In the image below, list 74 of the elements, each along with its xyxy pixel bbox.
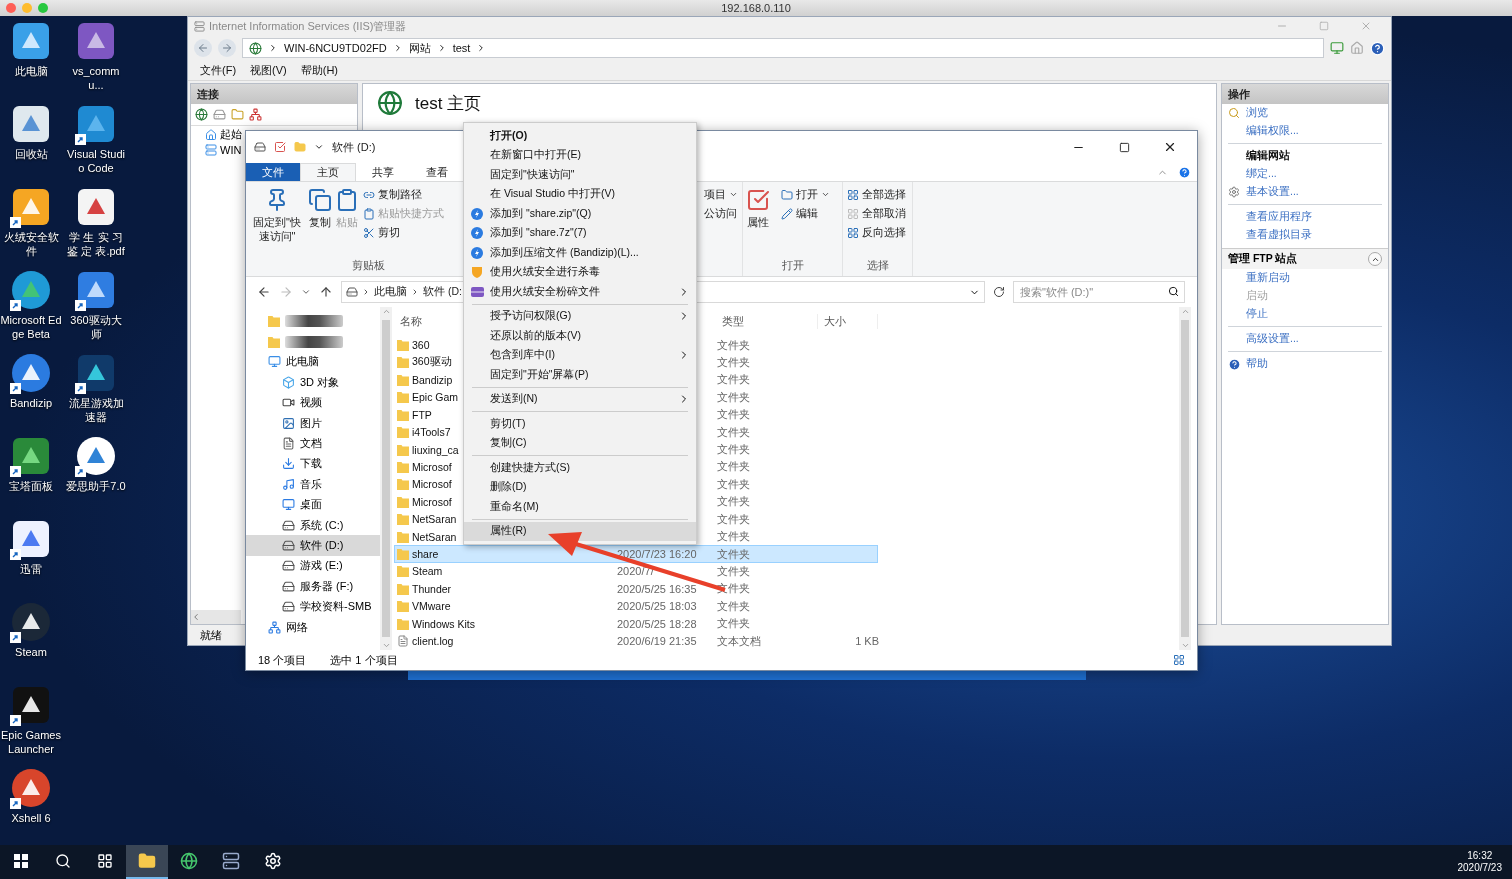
file-size: 1 KB: [854, 635, 879, 648]
file-type: 文件夹: [717, 564, 751, 579]
desktop-icon-label: 360驱动大师: [69, 313, 123, 341]
panel-header: 连接: [191, 84, 357, 104]
ribbon-group-label: 剪贴板: [351, 258, 385, 273]
desktop-icon-label: Steam: [15, 645, 47, 659]
file-name: FTP: [395, 408, 432, 421]
ribbon-group-label: 选择: [866, 258, 889, 273]
desktop-icon-label: 爱思助手7.0: [66, 479, 126, 493]
desktop-icon-label: 流星游戏加速器: [67, 396, 125, 424]
file-type: 文件夹: [717, 442, 751, 458]
desktop-icon-label: Epic Games Launcher: [0, 728, 62, 756]
file-name: Windows Kits: [395, 617, 475, 630]
desktop-icon-label: Bandizip: [9, 396, 53, 410]
file-name: share: [395, 548, 439, 561]
page-title: test 主页: [415, 92, 482, 115]
section-heading: 管理 FTP 站点: [1228, 252, 1299, 266]
clock-time: 16:32: [1467, 850, 1493, 862]
file-date: 2020/5/25 16:35: [617, 582, 698, 595]
clock-date: 2020/7/23: [1457, 862, 1502, 874]
file-type: 文件夹: [717, 616, 751, 632]
file-type: 文件夹: [717, 424, 751, 440]
file-type: 文件夹: [717, 354, 751, 370]
file-date: 2020/7/: [617, 565, 655, 578]
file-date: 2020/5/25 18:28: [617, 617, 698, 630]
file-date: 2020/5/25 18:03: [617, 600, 698, 613]
file-type: 文本文档: [717, 633, 762, 649]
host-title: 192.168.0.110: [721, 2, 791, 14]
file-name: NetSaran: [395, 530, 457, 543]
file-type: 文件夹: [717, 598, 751, 614]
file-name: i4Tools7: [395, 426, 451, 439]
file-name: Steam: [395, 565, 443, 578]
file-type: 文件夹: [717, 476, 751, 492]
file-date: 2020/7/23 16:20: [617, 548, 698, 561]
file-type: 文件夹: [717, 407, 751, 423]
file-type: 文件夹: [717, 389, 751, 405]
file-name: 360: [395, 339, 430, 351]
file-date: 2020/6/19 21:35: [617, 635, 698, 648]
window-title: Internet Information Services (IIS)管理器: [209, 18, 407, 34]
desktop-icon-label: 火绒安全软件: [2, 230, 60, 258]
file-name: Epic Gam: [395, 391, 459, 404]
desktop-icon-label: 宝塔面板: [9, 479, 53, 493]
file-type: 文件夹: [717, 459, 751, 475]
ribbon-group-label: 打开: [781, 258, 804, 273]
file-name: 360驱动: [395, 355, 452, 370]
status-text: 18 个项目: [258, 652, 307, 668]
desktop-icon-label: 学 生 实 习鉴 定 表.pdf: [66, 230, 126, 258]
file-name: Bandizip: [395, 373, 453, 386]
desktop-icon-label: 此电脑: [14, 64, 48, 78]
file-type: 文件夹: [717, 529, 751, 545]
file-type: 文件夹: [717, 511, 751, 527]
file-name: Microsof: [395, 478, 452, 491]
file-name: liuxing_ca: [395, 443, 459, 456]
status-text: 选中 1 个项目: [330, 652, 398, 668]
file-name: client.log: [395, 635, 454, 648]
file-type: 文件夹: [717, 337, 751, 353]
file-type: 文件夹: [717, 494, 751, 510]
file-name: Thunder: [395, 582, 452, 595]
desktop-icon-label: 迅雷: [20, 562, 42, 576]
window-title: 软件 (D:): [332, 139, 376, 155]
desktop-icon-label: vs_commu...: [71, 64, 121, 92]
file-type: 文件夹: [717, 546, 751, 562]
file-name: NetSaran: [395, 513, 457, 526]
file-name: Microsof: [395, 460, 452, 473]
desktop-icon-label: 回收站: [14, 147, 48, 161]
status-text: 就绪: [200, 627, 222, 643]
file-type: 文件夹: [717, 372, 751, 388]
file-name: Microsof: [395, 495, 452, 508]
panel-header: 操作: [1222, 84, 1388, 104]
file-name: VMware: [395, 600, 451, 613]
action-heading: 编辑网站: [1246, 149, 1290, 163]
desktop-icon-label: Visual Studio Code: [66, 147, 126, 175]
desktop-icon-label: Microsoft Edge Beta: [0, 313, 62, 341]
desktop-icon-label: Xshell 6: [11, 811, 51, 825]
